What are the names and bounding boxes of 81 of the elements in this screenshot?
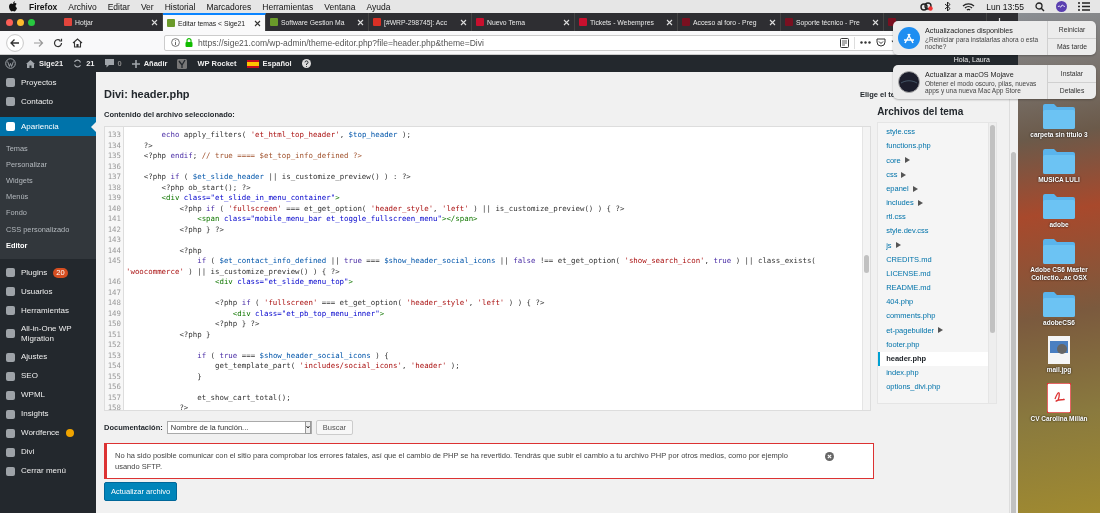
scrollbar[interactable] xyxy=(988,123,996,403)
home-icon xyxy=(26,59,35,68)
refresh-icon xyxy=(73,59,83,68)
folder-icon[interactable] xyxy=(1043,193,1075,219)
folder-icon[interactable] xyxy=(1043,238,1075,264)
pocket-icon[interactable] xyxy=(876,38,886,47)
square-icon xyxy=(6,97,15,106)
folder-icon[interactable] xyxy=(1043,291,1075,317)
square-icon xyxy=(6,329,15,339)
dark-sphere-icon xyxy=(898,71,920,93)
caret-icon xyxy=(304,421,311,434)
plus-icon xyxy=(131,59,140,68)
sidebar-item[interactable]: Insights xyxy=(0,404,96,424)
square-icon xyxy=(6,409,15,419)
reload-icon[interactable] xyxy=(53,37,63,48)
square-icon xyxy=(6,428,15,438)
menubar-clock[interactable]: Lun 13:55 xyxy=(986,1,1024,12)
cloud-icon[interactable] xyxy=(920,2,934,11)
menubar-app-name[interactable]: Firefox xyxy=(29,1,58,12)
wifi-icon[interactable] xyxy=(962,1,976,12)
menubar-item[interactable]: Herramientas xyxy=(262,1,314,12)
square-icon xyxy=(6,390,15,400)
square-icon xyxy=(6,447,15,457)
wordpress-logo-icon[interactable] xyxy=(5,58,16,69)
sidebar-item[interactable]: Cerrar menú xyxy=(0,461,96,481)
home-icon[interactable] xyxy=(72,37,83,48)
list-icon[interactable] xyxy=(1078,2,1090,11)
search-icon[interactable] xyxy=(1035,1,1045,12)
sidebar-item[interactable]: Usuarios xyxy=(0,282,96,302)
menubar-item[interactable]: Ver xyxy=(140,1,154,12)
square-icon xyxy=(6,466,15,476)
folder-icon[interactable] xyxy=(1043,103,1075,129)
close-icon[interactable] xyxy=(254,19,261,27)
pdf-file-icon[interactable] xyxy=(1047,383,1071,413)
menubar-item[interactable]: Marcadores xyxy=(206,1,252,12)
menubar-item[interactable]: Ayuda xyxy=(366,1,391,12)
files-heading: Archivos del tema xyxy=(877,105,965,119)
sidebar-item[interactable]: SEO xyxy=(0,366,96,386)
triangle-icon xyxy=(895,242,901,249)
apple-logo-icon[interactable] xyxy=(8,1,18,12)
menubar-item[interactable]: Archivo xyxy=(68,1,97,12)
app-store-icon xyxy=(898,27,920,49)
more-icon[interactable] xyxy=(860,41,871,44)
sidebar-item[interactable]: Herramientas xyxy=(0,301,96,321)
minimize-window-button[interactable] xyxy=(17,18,24,26)
square-icon xyxy=(6,268,15,278)
folder-icon[interactable] xyxy=(1043,148,1075,174)
scrollbar[interactable] xyxy=(862,127,871,410)
siri-icon[interactable] xyxy=(1056,1,1067,12)
square-icon xyxy=(6,287,15,297)
page-title: Divi: header.php xyxy=(104,88,190,100)
code-editor[interactable] xyxy=(104,126,872,411)
sidebar-item[interactable]: Apariencia xyxy=(0,117,96,136)
square-icon xyxy=(6,78,15,87)
close-window-button[interactable] xyxy=(6,18,13,26)
bluetooth-icon[interactable] xyxy=(944,1,952,12)
square-icon xyxy=(6,306,15,316)
menubar-item[interactable]: Historial xyxy=(164,1,196,12)
info-icon xyxy=(171,38,180,47)
sidebar-item[interactable]: WPML xyxy=(0,385,96,405)
sidebar-item[interactable]: Ajustes xyxy=(0,347,96,367)
image-file-icon[interactable] xyxy=(1048,336,1070,364)
y-logo-icon[interactable] xyxy=(177,58,188,69)
menubar-item[interactable]: Ventana xyxy=(324,1,356,12)
speech-bubble-icon xyxy=(104,59,114,68)
help-icon[interactable] xyxy=(301,59,311,68)
dismiss-icon[interactable] xyxy=(825,452,834,461)
reader-view-icon[interactable] xyxy=(840,37,849,48)
sidebar-item[interactable]: Proyectos xyxy=(0,73,96,92)
sidebar-item[interactable]: Wordfence xyxy=(0,423,96,443)
menubar-item[interactable]: Editar xyxy=(107,1,130,12)
square-icon xyxy=(6,352,15,362)
sidebar-item[interactable]: All-in-One WP Migration xyxy=(0,320,96,348)
triangle-icon xyxy=(938,327,944,334)
sidebar-item[interactable]: Divi xyxy=(0,442,96,462)
square-icon xyxy=(6,122,15,131)
lock-icon xyxy=(185,38,193,47)
zoom-window-button[interactable] xyxy=(28,18,35,26)
sidebar-item[interactable]: Contacto xyxy=(0,92,96,111)
square-icon xyxy=(6,371,15,381)
flag-icon xyxy=(246,59,259,68)
